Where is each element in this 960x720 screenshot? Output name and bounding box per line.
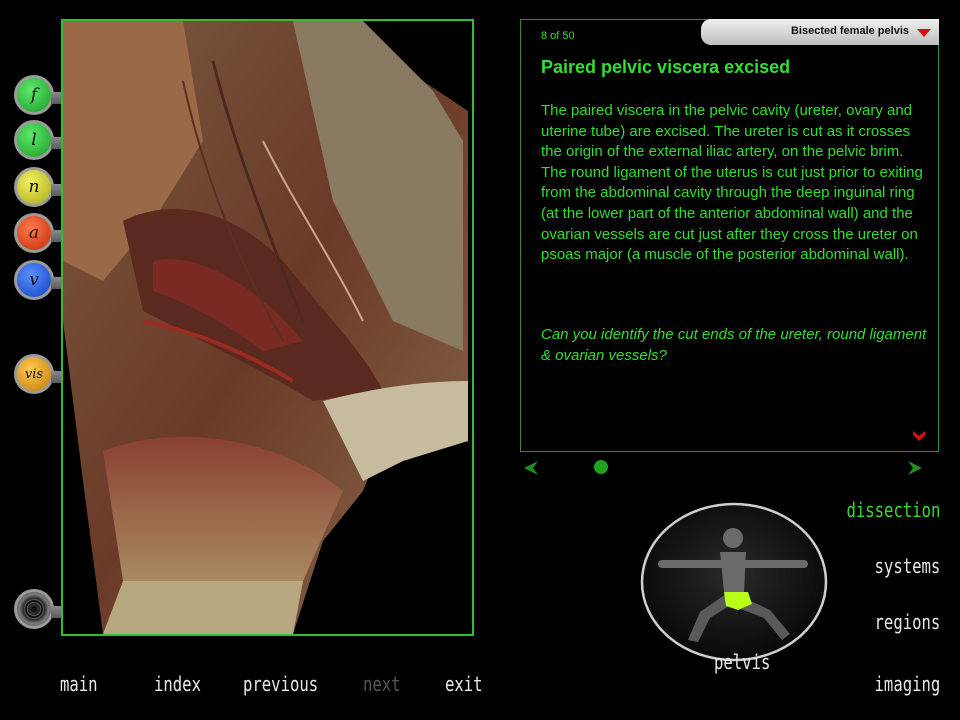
- nav-main[interactable]: main: [60, 672, 98, 696]
- region-figure-label: pelvis: [714, 650, 771, 674]
- section-dropdown-label: Bisected female pelvis: [790, 25, 909, 37]
- nav-systems[interactable]: systems: [874, 554, 940, 578]
- filter-button-a[interactable]: a: [14, 213, 61, 253]
- nav-imaging[interactable]: imaging: [874, 672, 940, 696]
- page-counter: 8 of 50: [541, 30, 575, 42]
- filter-button-v[interactable]: v: [14, 260, 61, 300]
- nav-index[interactable]: index: [154, 672, 201, 696]
- next-arrow-icon[interactable]: [906, 460, 924, 476]
- panel-body-text: The paired viscera in the pelvic cavity …: [541, 102, 923, 264]
- target-icon: [25, 600, 43, 618]
- page-indicator-dot: [594, 460, 608, 474]
- dissection-image: [61, 19, 474, 636]
- info-panel: 8 of 50 Bisected female pelvis Paired pe…: [520, 19, 939, 452]
- nav-next[interactable]: next: [363, 672, 401, 696]
- vis-button-label: vis: [24, 366, 44, 382]
- filter-button-l[interactable]: l: [14, 120, 61, 160]
- scroll-down-icon[interactable]: [912, 430, 926, 442]
- filter-button-f-label: f: [30, 85, 38, 105]
- previous-arrow-icon[interactable]: [522, 460, 540, 476]
- nav-dissection[interactable]: dissection: [846, 498, 940, 522]
- target-button[interactable]: [14, 589, 61, 629]
- dissection-photo: [63, 21, 472, 634]
- filter-button-l-label: l: [31, 130, 37, 150]
- region-figure[interactable]: pelvis: [640, 502, 829, 674]
- filter-button-n-label: n: [28, 177, 40, 197]
- nav-exit[interactable]: exit: [445, 672, 483, 696]
- filter-button-v-label: v: [29, 270, 39, 290]
- nav-previous[interactable]: previous: [243, 672, 318, 696]
- panel-question-text: Can you identify the cut ends of the ure…: [541, 326, 927, 364]
- filter-button-a-label: a: [28, 223, 40, 243]
- panel-title: Paired pelvic viscera excised: [541, 57, 791, 77]
- filter-button-f[interactable]: f: [14, 75, 61, 115]
- section-dropdown[interactable]: Bisected female pelvis: [701, 19, 939, 45]
- dropdown-arrow-icon: [917, 29, 931, 37]
- vis-button[interactable]: vis: [14, 354, 61, 394]
- nav-regions[interactable]: regions: [874, 610, 940, 634]
- pelvis-figure-icon: [640, 502, 828, 662]
- filter-button-n[interactable]: n: [14, 167, 61, 207]
